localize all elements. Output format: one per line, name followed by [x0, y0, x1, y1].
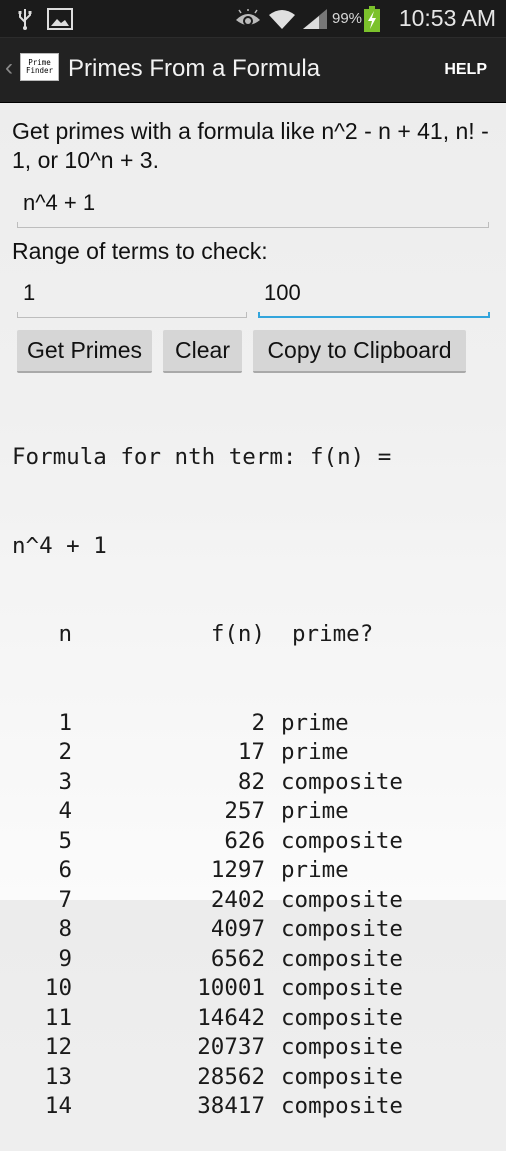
row-n: 7: [58, 886, 72, 913]
range-start-container[interactable]: [17, 280, 253, 318]
row-n: 13: [44, 1063, 72, 1090]
row-fn: 1297: [210, 857, 265, 883]
intro-text: Get primes with a formula like n^2 - n +…: [12, 118, 489, 173]
image-icon: [47, 0, 73, 37]
row-prime-status: composite: [281, 1004, 403, 1031]
row-fn: 20737: [197, 1034, 265, 1060]
row-prime-status: prime: [281, 798, 349, 824]
row-fn: 14642: [197, 1004, 265, 1031]
result-row: 13 28562 composite: [12, 1063, 403, 1093]
range-start-input[interactable]: [17, 280, 253, 306]
row-n: 2: [58, 739, 72, 765]
row-fn: 38417: [197, 1093, 265, 1119]
row-fn: 82: [237, 768, 265, 795]
row-prime-status: prime: [281, 739, 349, 765]
row-fn: 4097: [210, 916, 265, 942]
formula-input-underline: [17, 222, 489, 228]
range-end-input[interactable]: [258, 280, 496, 306]
range-label: Range of terms to check:: [12, 238, 268, 264]
page-title: Primes From a Formula: [68, 55, 321, 82]
logo-text-line2: Finder: [25, 66, 54, 75]
row-prime-status: composite: [281, 975, 403, 1001]
result-row: 10 10001 composite: [12, 974, 403, 1004]
row-fn: 257: [224, 798, 265, 824]
row-n: 9: [58, 945, 72, 972]
formula-line-2: n^4 + 1: [12, 532, 107, 559]
row-fn: 10001: [197, 975, 265, 1001]
row-n: 12: [44, 1034, 72, 1060]
usb-icon: [18, 0, 32, 37]
result-row: 2 17 prime: [12, 738, 403, 768]
row-fn: 2402: [210, 886, 265, 913]
row-prime-status: composite: [281, 1063, 403, 1090]
help-button[interactable]: HELP: [444, 61, 487, 79]
app-logo[interactable]: Prime Finder: [20, 53, 59, 81]
clear-button[interactable]: Clear: [163, 330, 242, 373]
row-fn: 17: [237, 739, 265, 765]
row-n: 14: [44, 1093, 72, 1119]
header-fn: f(n): [210, 621, 265, 647]
range-start-underline: [17, 312, 247, 318]
signal-icon: [302, 0, 328, 37]
result-row: 12 20737 composite: [12, 1033, 403, 1063]
row-prime-status: composite: [281, 1034, 403, 1060]
row-n: 3: [58, 768, 72, 795]
results-output: Formula for nth term: f(n) = n^4 + 1 n f…: [12, 384, 403, 1151]
result-row: 14 38417 composite: [12, 1092, 403, 1122]
row-prime-status: prime: [281, 857, 349, 883]
row-n: 11: [44, 1004, 72, 1031]
row-fn: 28562: [197, 1063, 265, 1090]
row-n: 5: [58, 827, 72, 854]
row-prime-status: composite: [281, 886, 403, 913]
battery-charging-icon: [364, 0, 380, 37]
result-row: 3 82 composite: [12, 768, 403, 798]
row-fn: 6562: [210, 945, 265, 972]
formula-line-1: Formula for nth term: f(n) =: [12, 444, 392, 470]
row-fn: 2: [251, 709, 265, 736]
row-n: 4: [58, 798, 72, 824]
clock: 10:53 AM: [398, 5, 496, 31]
row-prime-status: prime: [281, 709, 349, 736]
result-row: 6 1297 prime: [12, 856, 403, 886]
row-fn: 626: [224, 827, 265, 854]
row-n: 8: [58, 916, 72, 942]
result-row: 8 4097 composite: [12, 915, 403, 945]
eye-icon: [235, 0, 261, 37]
row-prime-status: composite: [281, 1093, 403, 1119]
result-row: 7 2402 composite: [12, 886, 403, 916]
up-navigation-icon[interactable]: ‹: [5, 54, 13, 82]
status-bar: 99% 10:53 AM: [0, 0, 506, 37]
row-n: 1: [58, 709, 72, 736]
action-bar: ‹ Prime Finder Primes From a Formula HEL…: [0, 37, 506, 103]
row-n: 10: [44, 975, 72, 1001]
result-row: 9 6562 composite: [12, 945, 403, 975]
formula-input[interactable]: [17, 190, 495, 216]
row-prime-status: composite: [281, 916, 403, 942]
row-prime-status: composite: [281, 827, 403, 854]
battery-percent: 99%: [332, 10, 363, 27]
wifi-icon: [268, 0, 296, 37]
row-prime-status: composite: [281, 768, 403, 795]
header-prime: prime?: [292, 621, 374, 647]
result-row: 5 626 composite: [12, 827, 403, 857]
result-row: 4 257 prime: [12, 797, 403, 827]
formula-input-container[interactable]: [17, 190, 495, 228]
get-primes-button[interactable]: Get Primes: [17, 330, 152, 373]
row-n: 6: [58, 857, 72, 883]
row-prime-status: composite: [281, 945, 403, 972]
results-header: n f(n) prime?: [12, 620, 403, 650]
range-end-underline: [258, 312, 490, 318]
range-end-container[interactable]: [258, 280, 496, 318]
result-row: 11 14642 composite: [12, 1004, 403, 1034]
header-n: n: [58, 621, 72, 647]
result-row: 1 2 prime: [12, 709, 403, 739]
copy-to-clipboard-button[interactable]: Copy to Clipboard: [253, 330, 466, 373]
